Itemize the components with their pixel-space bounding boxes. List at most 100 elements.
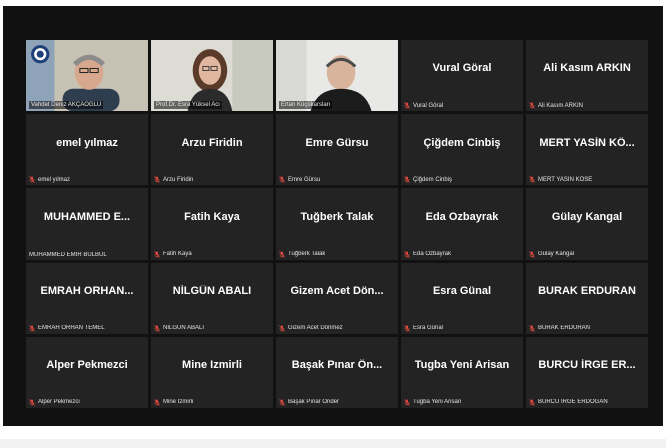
participant-name: Ali Kasım ARKIN — [543, 62, 631, 75]
muted-mic-icon — [29, 325, 35, 332]
participant-label-text: Eda Ozbayrak — [413, 251, 452, 258]
muted-mic-icon — [404, 250, 410, 258]
participant-tile[interactable]: Vahdet Deniz AKÇAOĞLU — [26, 40, 148, 112]
participant-label-text: NİLGÜN ABALI — [163, 325, 205, 332]
participant-label-text: Emre Gürsu — [288, 176, 321, 183]
muted-mic-icon — [404, 102, 410, 109]
muted-mic-icon — [529, 325, 535, 332]
participant-label-text: Vahdet Deniz AKÇAOĞLU — [31, 102, 102, 109]
muted-mic-icon — [154, 325, 160, 332]
muted-mic-icon — [404, 176, 410, 184]
participant-label-text: MUHAMMED EMİR BÜLBÜL — [29, 251, 107, 258]
participant-label-text: EMRAH ORHAN TEMEL — [38, 325, 105, 332]
participant-label-text: Fatih Kaya — [163, 251, 192, 258]
participant-name: Gizem Acet Dön... — [290, 285, 384, 298]
participant-tile[interactable]: BURCU İRGE ER... BURCU İRGE ERDOĞAN — [526, 336, 648, 408]
participant-tile[interactable]: Arzu Firidin Arzu Firidin — [151, 114, 273, 186]
participant-name: Vural Göral — [432, 62, 492, 75]
participant-tile[interactable]: MERT YASİN KÖ... MERT YASİN KÖSE — [526, 114, 648, 186]
participant-label: Emre Gürsu — [279, 176, 321, 184]
participant-name: MUHAMMED E... — [43, 210, 131, 223]
participant-label-text: Vural Göral — [413, 102, 444, 109]
muted-mic-icon — [154, 250, 160, 258]
muted-mic-icon — [529, 102, 535, 109]
participant-tile[interactable]: Vural Göral Vural Göral — [401, 40, 523, 112]
participant-label: Gülay Kangal — [529, 250, 574, 258]
participant-label: Esra Günal — [404, 325, 443, 332]
participant-name: MERT YASİN KÖ... — [539, 136, 635, 149]
participant-name: Tugba Yeni Arisan — [414, 359, 510, 372]
participant-tile[interactable]: Prof.Dr. Esra Yüksel Acı — [151, 40, 273, 112]
participant-tile[interactable]: Emre Gürsu Emre Gürsu — [276, 114, 398, 186]
participant-label: Gizem Acet Dönmez — [279, 325, 343, 332]
participant-label: EMRAH ORHAN TEMEL — [29, 325, 105, 332]
participant-tile[interactable]: emel yılmaz emel yılmaz — [26, 114, 148, 186]
participant-label-text: emel yılmaz — [38, 176, 71, 183]
participant-tile[interactable]: Fatih Kaya Fatih Kaya — [151, 188, 273, 260]
participant-name: Arzu Firidin — [181, 136, 243, 149]
participant-tile[interactable]: Esra Günal Esra Günal — [401, 262, 523, 334]
participant-label-text: Çiğdem Cinbiş — [413, 176, 453, 183]
participant-name: Gülay Kangal — [551, 210, 623, 223]
participant-label: Arzu Firidin — [154, 176, 194, 184]
participant-label-text: Gizem Acet Dönmez — [288, 325, 343, 332]
participant-label-text: Ertan Küçükarslan — [281, 102, 331, 109]
participant-label-text: Arzu Firidin — [163, 176, 194, 183]
participant-tile[interactable]: Mine Izmirli Mine Izmirli — [151, 336, 273, 408]
muted-mic-icon — [154, 399, 160, 406]
participant-name: emel yılmaz — [56, 136, 118, 149]
participant-label-text: Başak Pınar Önder — [288, 399, 340, 406]
participant-tile[interactable]: Tuğberk Talak Tuğberk Talak — [276, 188, 398, 260]
participant-tile[interactable]: Tugba Yeni Arisan Tugba Yeni Arisan — [401, 336, 523, 408]
participant-name: Fatih Kaya — [184, 210, 240, 223]
participant-label: Tugba Yeni Arisan — [404, 399, 461, 406]
participant-label-text: BURCU İRGE ERDOĞAN — [538, 399, 608, 406]
participant-name: Eda Ozbayrak — [425, 210, 499, 223]
participant-label-text: Tuğberk Talak — [288, 251, 326, 258]
participant-label-text: MERT YASİN KÖSE — [538, 176, 593, 183]
participant-tile[interactable]: Ali Kasım ARKIN Ali Kasım ARKIN — [526, 40, 648, 112]
participant-name: BURCU İRGE ER... — [538, 359, 636, 372]
participant-label: NİLGÜN ABALI — [154, 325, 204, 332]
participant-name: Mine Izmirli — [182, 359, 242, 372]
participant-name: Esra Günal — [432, 285, 492, 298]
participant-label: Alper Pekmezci — [29, 399, 80, 406]
participant-name: Başak Pınar Ön... — [291, 359, 383, 372]
participant-tile[interactable]: Gülay Kangal Gülay Kangal — [526, 188, 648, 260]
participant-name: NİLGÜN ABALI — [172, 285, 252, 298]
participant-tile[interactable]: EMRAH ORHAN... EMRAH ORHAN TEMEL — [26, 262, 148, 334]
participant-label-text: Alper Pekmezci — [38, 399, 80, 406]
participant-tile[interactable]: Ertan Küçükarslan — [276, 40, 398, 112]
participant-label-text: Esra Günal — [413, 325, 444, 332]
participant-name: Alper Pekmezci — [46, 359, 128, 372]
muted-mic-icon — [279, 176, 285, 184]
participant-name: Emre Gürsu — [305, 136, 369, 149]
participant-tile[interactable]: NİLGÜN ABALI NİLGÜN ABALI — [151, 262, 273, 334]
participant-label-text: BURAK ERDURAN — [538, 325, 591, 332]
participant-tile[interactable]: BURAK ERDURAN BURAK ERDURAN — [526, 262, 648, 334]
muted-mic-icon — [279, 399, 285, 406]
participant-label-text: Tugba Yeni Arisan — [413, 399, 462, 406]
participant-label: Ali Kasım ARKIN — [529, 102, 583, 109]
muted-mic-icon — [279, 250, 285, 258]
participant-name: EMRAH ORHAN... — [40, 285, 134, 298]
participant-label-text: Ali Kasım ARKIN — [538, 102, 584, 109]
participant-label: emel yılmaz — [29, 176, 71, 184]
participant-tile[interactable]: Başak Pınar Ön... Başak Pınar Önder — [276, 336, 398, 408]
participant-label: Başak Pınar Önder — [279, 399, 339, 406]
muted-mic-icon — [529, 399, 535, 406]
participant-tile[interactable]: MUHAMMED E... MUHAMMED EMİR BÜLBÜL — [26, 188, 148, 260]
participant-label: BURAK ERDURAN — [529, 325, 590, 332]
participant-label: MERT YASİN KÖSE — [529, 176, 593, 184]
muted-mic-icon — [279, 325, 285, 332]
participant-label: Ertan Küçükarslan — [279, 101, 333, 110]
participant-tile[interactable]: Alper Pekmezci Alper Pekmezci — [26, 336, 148, 408]
participant-label-text: Prof.Dr. Esra Yüksel Acı — [156, 102, 220, 109]
screen: Vahdet Deniz AKÇAOĞLU Prof.Dr. Esra Yükse… — [0, 0, 666, 448]
participant-tile[interactable]: Gizem Acet Dön... Gizem Acet Dönmez — [276, 262, 398, 334]
participant-tile[interactable]: Çiğdem Cinbiş Çiğdem Cinbiş — [401, 114, 523, 186]
participant-tile[interactable]: Eda Ozbayrak Eda Ozbayrak — [401, 188, 523, 260]
muted-mic-icon — [404, 325, 410, 332]
participant-label: Tuğberk Talak — [279, 250, 326, 258]
bottom-strip — [0, 439, 666, 448]
